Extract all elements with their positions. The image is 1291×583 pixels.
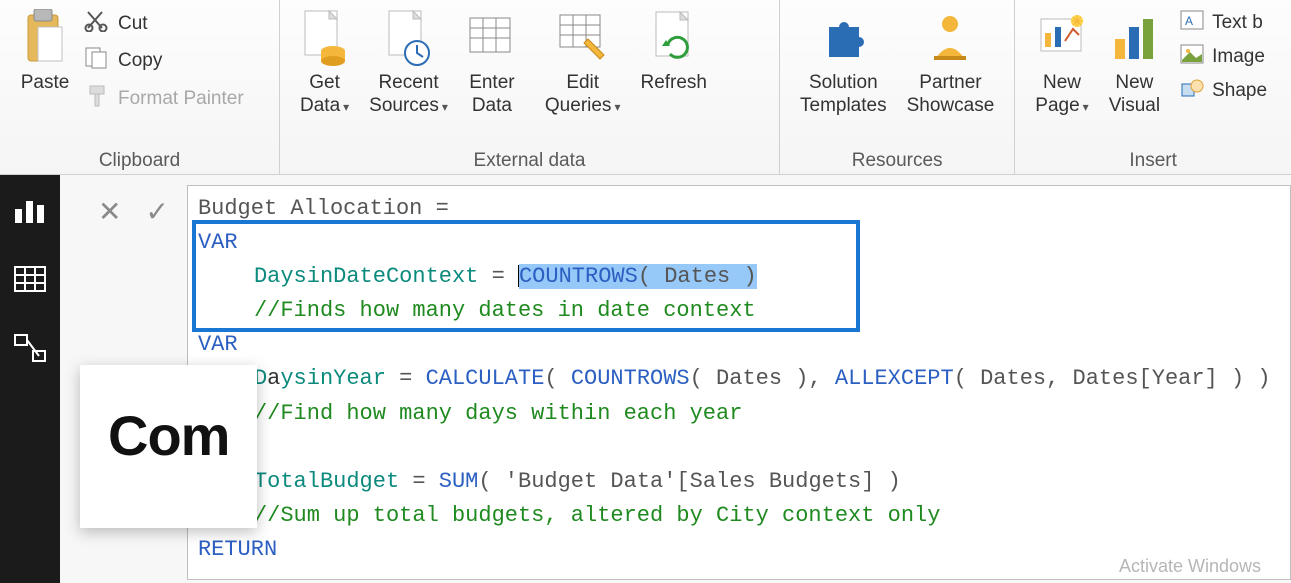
- ribbon-group-external-data: Get Data▾ Recent Sources▾ Enter Data Edi…: [280, 0, 780, 174]
- ribbon-group-resources: Solution Templates Partner Showcase Reso…: [780, 0, 1015, 174]
- var-name: DaysinDateContext: [254, 264, 478, 289]
- edit-queries-icon: [558, 6, 608, 70]
- new-page-label: New Page▾: [1035, 72, 1088, 118]
- svg-text:A: A: [1185, 14, 1193, 28]
- edit-queries-label: Edit Queries▾: [545, 72, 621, 118]
- report-view-button[interactable]: [13, 195, 47, 225]
- get-data-label: Get Data▾: [300, 72, 349, 118]
- text-box-icon: A: [1180, 10, 1204, 36]
- ribbon-group-insert: New Page▾ New Visual A Text b Image Shap…: [1015, 0, 1291, 174]
- copy-label: Copy: [118, 50, 162, 72]
- image-icon: [1180, 44, 1204, 70]
- solution-templates-button[interactable]: Solution Templates: [790, 4, 897, 120]
- data-view-button[interactable]: [13, 265, 47, 293]
- keyword-var: VAR: [198, 230, 238, 255]
- text-box-button[interactable]: A Text b: [1176, 8, 1271, 38]
- keyword-return: RETURN: [198, 537, 277, 562]
- shapes-label: Shape: [1212, 80, 1267, 102]
- canvas-area: ✕ ✓ Budget Allocation = VAR DaysinDateCo…: [60, 175, 1291, 583]
- enter-data-icon: [468, 6, 516, 70]
- person-icon: [928, 6, 972, 70]
- formula-bar-wrap: ✕ ✓ Budget Allocation = VAR DaysinDateCo…: [80, 185, 1291, 580]
- image-label: Image: [1212, 46, 1265, 68]
- new-visual-button[interactable]: New Visual: [1099, 4, 1170, 120]
- format-painter-button[interactable]: Format Painter: [80, 82, 248, 116]
- commit-formula-button[interactable]: ✓: [145, 195, 168, 228]
- paste-icon: [20, 6, 70, 70]
- comment: //Finds how many dates in date context: [254, 298, 756, 323]
- enter-data-button[interactable]: Enter Data: [458, 4, 526, 120]
- report-title: Com: [108, 403, 229, 468]
- cut-button[interactable]: Cut: [80, 8, 248, 40]
- edit-queries-button[interactable]: Edit Queries▾: [535, 4, 631, 120]
- new-page-button[interactable]: New Page▾: [1025, 4, 1098, 120]
- new-page-icon: [1037, 6, 1087, 70]
- paste-label: Paste: [21, 72, 70, 95]
- model-view-button[interactable]: [13, 333, 47, 363]
- group-label-resources: Resources: [790, 146, 1004, 172]
- group-label-clipboard: Clipboard: [10, 146, 269, 172]
- var-name: TotalBudget: [254, 469, 399, 494]
- new-visual-icon: [1111, 6, 1157, 70]
- refresh-button[interactable]: Refresh: [630, 4, 717, 97]
- paste-button[interactable]: Paste: [10, 4, 80, 97]
- partner-showcase-label: Partner Showcase: [907, 72, 995, 118]
- text-cursor-icon: a: [267, 366, 280, 391]
- comment: //Sum up total budgets, altered by City …: [254, 503, 941, 528]
- refresh-icon: [650, 6, 698, 70]
- group-label-insert: Insert: [1025, 146, 1281, 172]
- report-page-card: Com: [80, 365, 257, 528]
- workspace: ✕ ✓ Budget Allocation = VAR DaysinDateCo…: [0, 175, 1291, 583]
- copy-icon: [84, 46, 110, 76]
- get-data-icon: [301, 6, 349, 70]
- group-label-external: External data: [290, 146, 769, 172]
- copy-button[interactable]: Copy: [80, 44, 248, 78]
- comment: //Find how many days within each year: [254, 401, 742, 426]
- puzzle-icon: [819, 6, 867, 70]
- get-data-button[interactable]: Get Data▾: [290, 4, 359, 120]
- refresh-label: Refresh: [640, 72, 707, 95]
- view-switcher: [0, 175, 60, 583]
- cancel-formula-button[interactable]: ✕: [98, 195, 121, 228]
- image-button[interactable]: Image: [1176, 42, 1271, 72]
- keyword-var: VAR: [198, 332, 238, 357]
- formula-bar[interactable]: Budget Allocation = VAR DaysinDateContex…: [187, 185, 1291, 580]
- activate-windows-watermark: Activate Windows: [1119, 556, 1261, 577]
- brush-icon: [84, 84, 110, 114]
- text-box-label: Text b: [1212, 12, 1263, 34]
- cut-icon: [84, 10, 110, 38]
- shapes-button[interactable]: Shape: [1176, 76, 1271, 106]
- recent-sources-label: Recent Sources▾: [369, 72, 448, 118]
- shapes-icon: [1180, 78, 1204, 104]
- recent-sources-icon: [385, 6, 433, 70]
- ribbon-group-clipboard: Paste Cut Copy Format Painter Clipboard: [0, 0, 280, 174]
- enter-data-label: Enter Data: [469, 72, 514, 118]
- recent-sources-button[interactable]: Recent Sources▾: [359, 4, 458, 120]
- new-visual-label: New Visual: [1109, 72, 1160, 118]
- formula-measure-name: Budget Allocation =: [198, 196, 449, 221]
- ribbon: Paste Cut Copy Format Painter Clipboard: [0, 0, 1291, 175]
- partner-showcase-button[interactable]: Partner Showcase: [897, 4, 1005, 120]
- solution-templates-label: Solution Templates: [800, 72, 887, 118]
- cut-label: Cut: [118, 13, 148, 35]
- format-painter-label: Format Painter: [118, 88, 244, 110]
